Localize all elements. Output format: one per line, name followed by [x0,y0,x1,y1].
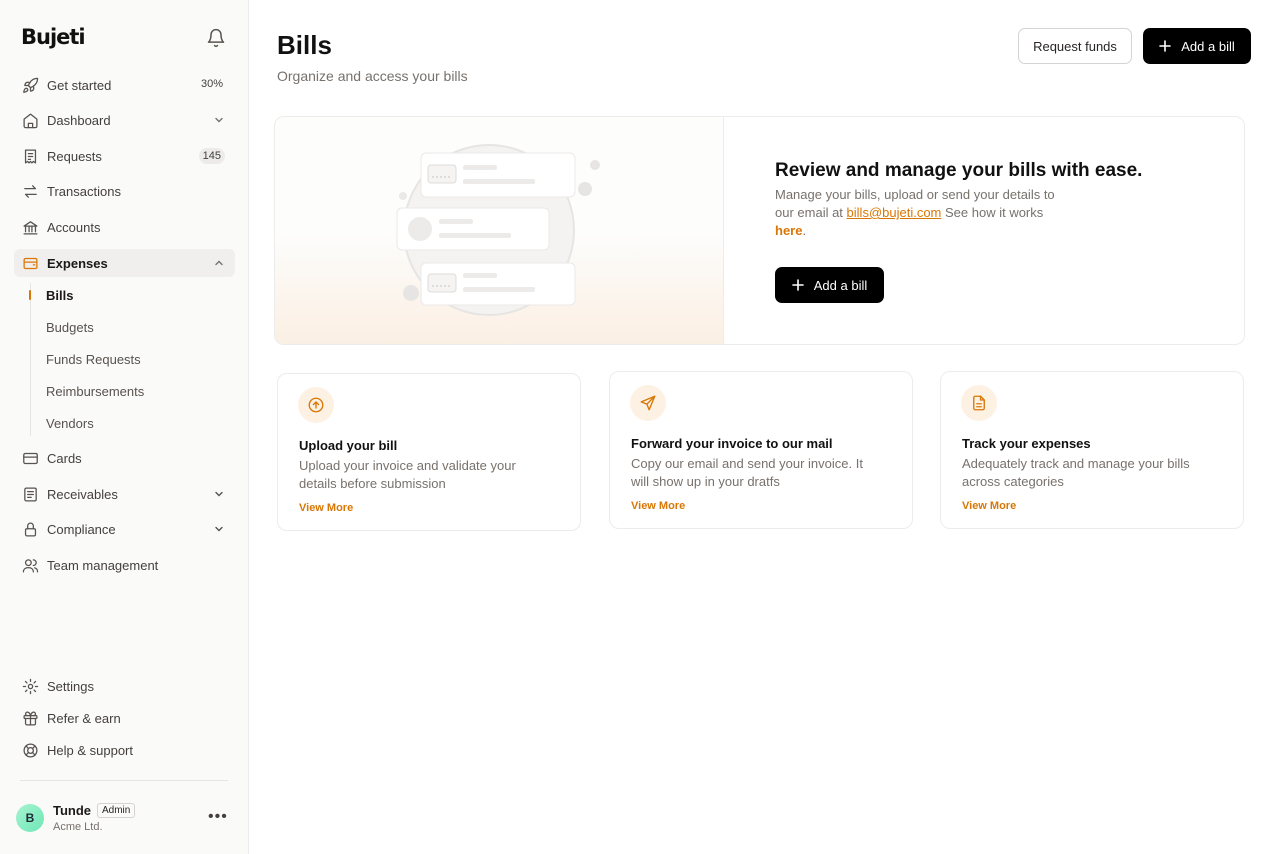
wallet-icon [22,255,39,272]
chevron-up-icon [215,260,223,266]
hero-description: Manage your bills, upload or send your d… [775,186,1075,240]
hero-text-after: See how it works [941,205,1044,220]
sidebar-item-help[interactable]: Help & support [14,736,235,764]
home-icon [22,112,39,129]
sidebar-item-refer[interactable]: Refer & earn [14,704,235,732]
view-more-link[interactable]: View More [299,502,353,514]
hero-title: Review and manage your bills with ease. [775,160,1143,181]
sidebar-item-team-management[interactable]: Team management [14,551,235,579]
submenu-active-marker [29,290,31,300]
sidebar-item-expenses[interactable]: Expenses [14,249,235,277]
gear-icon [22,678,39,695]
card-description: Copy our email and send your invoice. It… [631,456,863,489]
user-name: Tunde [53,803,92,818]
sidebar-item-label: Help & support [47,742,133,758]
count-badge: 145 [198,148,225,164]
brand-logo[interactable]: Bujeti [21,25,86,49]
rocket-icon [22,77,39,94]
view-more-link[interactable]: View More [962,500,1016,512]
hero-banner [274,116,1245,345]
more-options-icon[interactable]: ••• [208,809,228,825]
lifebuoy-icon [22,742,39,759]
sidebar-subitem-vendors[interactable]: Vendors [46,416,94,431]
sidebar-item-label: Requests [47,148,102,164]
sidebar-item-cards[interactable]: Cards [14,444,235,472]
card-description: Adequately track and manage your bills a… [962,456,1190,489]
view-more-link[interactable]: View More [631,500,685,512]
company-name: Acme Ltd. [53,821,103,833]
card-title: Upload your bill [299,438,398,453]
hero-add-bill-label: Add a bill [813,277,868,293]
email-link[interactable]: bills@bujeti.com [847,205,942,220]
hero-period: . [802,223,807,238]
sidebar-item-label: Transactions [47,183,121,199]
sidebar-item-dashboard[interactable]: Dashboard [14,106,235,134]
sidebar-item-label: Accounts [47,219,101,235]
lock-icon [22,521,39,538]
credit-card-icon [22,450,39,467]
sidebar: Bujeti Get started 30% Dashboard Request… [0,0,249,854]
document-list-icon [22,486,39,503]
bank-icon [22,219,39,236]
hero-add-bill-button[interactable]: Add a bill [775,267,884,303]
sidebar-item-receivables[interactable]: Receivables [14,480,235,508]
document-icon [961,385,997,421]
receipt-icon [22,148,39,165]
card-track-expenses: Track your expenses Adequately track and… [940,371,1244,529]
sidebar-item-compliance[interactable]: Compliance [14,515,235,543]
sidebar-item-settings[interactable]: Settings [14,672,235,700]
sidebar-divider [20,780,228,781]
request-funds-button[interactable]: Request funds [1018,28,1132,64]
sidebar-item-label: Get started [47,77,112,93]
chevron-down-icon [215,117,223,123]
sidebar-item-label: Receivables [47,486,118,502]
sidebar-item-label: Team management [47,557,159,573]
plus-icon [1159,40,1172,52]
chevron-down-icon [215,491,223,497]
avatar[interactable]: B [16,804,44,832]
sidebar-item-requests[interactable]: Requests 145 [14,142,235,170]
users-icon [22,557,39,574]
sidebar-subitem-budgets[interactable]: Budgets [46,320,94,335]
arrows-swap-icon [22,183,39,200]
card-title: Forward your invoice to our mail [631,436,833,451]
sidebar-item-label: Expenses [47,255,108,271]
hero-illustration [275,117,724,344]
sidebar-item-label: Compliance [47,521,116,537]
here-link[interactable]: here [775,223,802,238]
card-title: Track your expenses [962,436,1091,451]
gift-icon [22,710,39,727]
sidebar-item-label: Dashboard [47,112,111,128]
sidebar-item-accounts[interactable]: Accounts [14,213,235,241]
send-icon [630,385,666,421]
page-title: Bills [277,30,332,60]
plus-icon [791,279,804,291]
bills-illustration [396,144,600,316]
card-upload-bill: Upload your bill Upload your invoice and… [277,373,581,531]
sidebar-item-label: Refer & earn [47,710,121,726]
submenu-guide-line [30,283,31,436]
sidebar-item-label: Cards [47,450,82,466]
upload-icon [298,387,334,423]
sidebar-item-transactions[interactable]: Transactions [14,177,235,205]
progress-badge: 30% [198,77,223,93]
sidebar-subitem-reimbursements[interactable]: Reimbursements [46,384,144,399]
page-subtitle: Organize and access your bills [277,68,468,84]
bell-icon[interactable] [206,28,226,48]
add-bill-label: Add a bill [1181,38,1235,54]
sidebar-subitem-funds-requests[interactable]: Funds Requests [46,352,141,367]
role-badge: Admin [97,803,136,818]
card-forward-invoice: Forward your invoice to our mail Copy ou… [609,371,913,529]
sidebar-item-get-started[interactable]: Get started 30% [14,71,235,99]
add-bill-button[interactable]: Add a bill [1143,28,1251,64]
chevron-down-icon [215,526,223,532]
sidebar-item-label: Settings [47,678,94,694]
sidebar-subitem-bills[interactable]: Bills [46,288,73,303]
card-description: Upload your invoice and validate your de… [299,458,516,491]
